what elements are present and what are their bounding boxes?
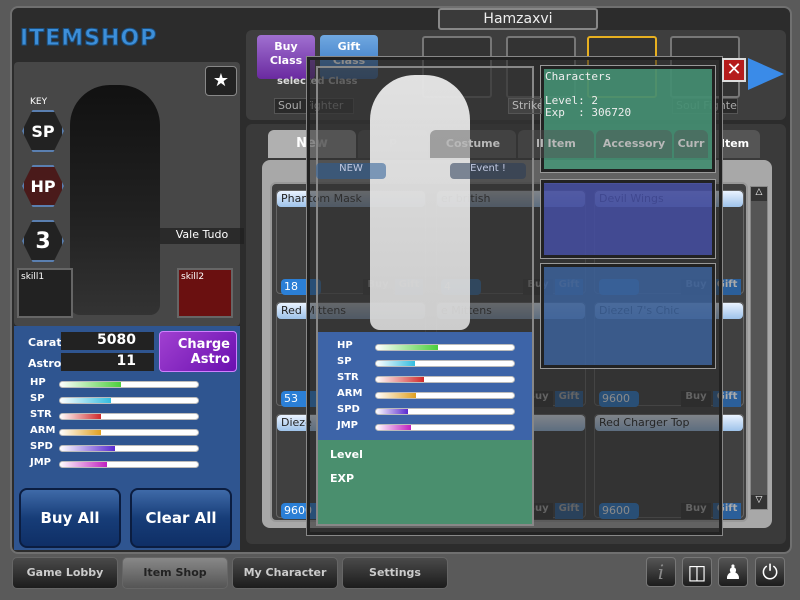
character-avatar <box>70 85 160 315</box>
stat-label: HP <box>337 340 353 351</box>
nav-game-lobby[interactable]: Game Lobby <box>12 557 118 589</box>
stat-bar-hp <box>375 344 515 351</box>
stat-bar-str <box>375 376 515 383</box>
popup-info-panel <box>540 179 716 259</box>
sp-label: SP <box>31 121 55 141</box>
astro-value: 11 <box>61 353 154 371</box>
popup-info-panel <box>540 263 716 369</box>
skill-tooltip: Vale Tudo <box>160 228 244 244</box>
carat-value: 5080 <box>61 332 154 350</box>
skill1-slot[interactable]: skill1 <box>17 268 73 318</box>
stat-bar-fill <box>60 430 102 435</box>
itemshop-logo: ITEMSHOP <box>19 26 158 52</box>
subtab-new[interactable]: NEW <box>316 163 386 179</box>
stat-label: JMP <box>30 457 52 468</box>
tab-costume[interactable]: Costume <box>430 130 516 158</box>
key-label: KEY <box>30 97 48 107</box>
skill2-label: skill2 <box>181 272 205 282</box>
nav-item-shop[interactable]: Item Shop <box>122 557 228 589</box>
stat-label: SP <box>30 393 45 404</box>
popup-exp-label: EXP <box>330 472 355 485</box>
stat-bar-spd <box>59 445 199 452</box>
clear-all-button[interactable]: Clear All <box>130 488 232 548</box>
stat-bar-sp <box>59 397 199 404</box>
popup-level-label: Level <box>330 448 363 461</box>
scroll-up-icon[interactable]: △ <box>751 187 767 201</box>
scrollbar[interactable] <box>750 186 768 510</box>
scroll-down-icon[interactable]: ▽ <box>751 495 767 509</box>
stat-bar-fill <box>376 409 408 414</box>
stat-bar-fill <box>60 446 116 451</box>
tab-accessory[interactable]: Accessory <box>596 130 672 158</box>
nav-my-character[interactable]: My Character <box>232 557 338 589</box>
stat-label: JMP <box>337 420 359 431</box>
arrow-right-icon[interactable] <box>748 58 784 90</box>
gift-icon[interactable]: ◫ <box>682 557 712 587</box>
stat-bar-fill <box>60 462 107 467</box>
stat-bar-fill <box>60 414 102 419</box>
stat-label: SPD <box>30 441 53 452</box>
class-slot-label: Strike <box>508 98 542 114</box>
stat-label: SP <box>337 356 352 367</box>
stat-bar-fill <box>376 425 411 430</box>
skill1-label: skill1 <box>21 272 45 282</box>
stat-bar-jmp <box>375 424 515 431</box>
hp-label: HP <box>30 176 56 196</box>
stat-bar-fill <box>376 361 415 366</box>
stat-bar-fill <box>60 398 112 403</box>
power-icon[interactable]: ⏻ <box>755 557 785 587</box>
stat-bar-str <box>59 413 199 420</box>
stat-label: ARM <box>337 388 363 399</box>
character-exp: Exp : 306720 <box>545 106 632 119</box>
characters-title: Characters <box>545 70 612 83</box>
stat-bar-spd <box>375 408 515 415</box>
stat-bar-fill <box>376 393 417 398</box>
stat-bar-arm <box>375 392 515 399</box>
skill2-slot[interactable]: skill2 <box>177 268 233 318</box>
stat-label: SPD <box>337 404 360 415</box>
stat-label: STR <box>30 409 52 420</box>
stat-bar-hp <box>59 381 199 388</box>
stat-bar-fill <box>376 377 425 382</box>
tab-curr[interactable]: Curr <box>674 130 708 158</box>
astro-label: Astro <box>28 357 62 370</box>
player-name: Hamzaxvi <box>438 8 598 30</box>
nav-settings[interactable]: Settings <box>342 557 448 589</box>
slot-number-label: 3 <box>35 228 51 254</box>
stat-label: ARM <box>30 425 56 436</box>
buy-all-button[interactable]: Buy All <box>19 488 121 548</box>
stat-label: HP <box>30 377 46 388</box>
stat-bar-jmp <box>59 461 199 468</box>
carat-label: Carat <box>28 336 62 349</box>
stat-bar-fill <box>376 345 439 350</box>
close-icon[interactable]: ✕ <box>722 58 746 82</box>
tab-all-item[interactable]: ll Item <box>518 130 594 158</box>
charge-astro-button[interactable]: Charge Astro <box>159 331 237 372</box>
stat-label: STR <box>337 372 359 383</box>
popup-character-avatar <box>370 75 470 330</box>
stat-bar-sp <box>375 360 515 367</box>
user-icon[interactable]: ♟ <box>718 557 748 587</box>
info-icon[interactable]: i <box>646 557 676 587</box>
character-pose-icon[interactable]: ★ <box>205 66 237 96</box>
stat-bar-fill <box>60 382 121 387</box>
subtab-event[interactable]: Event ! <box>450 163 526 179</box>
stat-bar-arm <box>59 429 199 436</box>
